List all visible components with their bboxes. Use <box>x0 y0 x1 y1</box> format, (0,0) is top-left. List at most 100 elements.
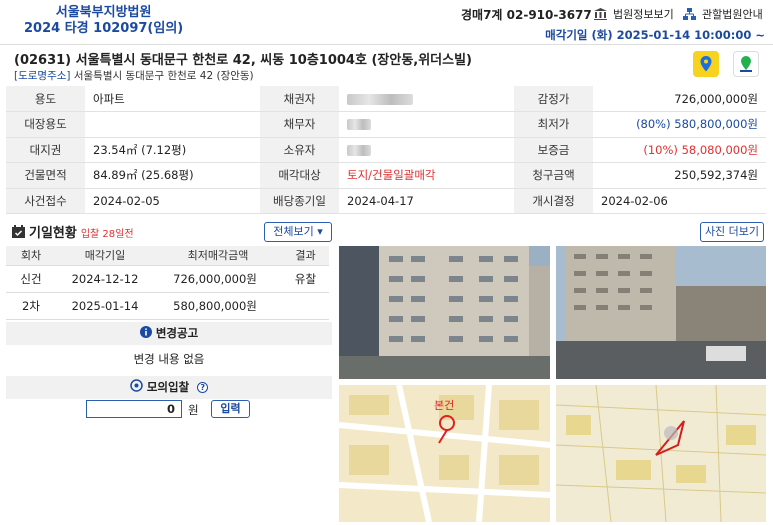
sale-target-value: 토지/건물일괄매각 <box>339 162 514 189</box>
jurisdiction-link[interactable]: 관할법원안내 <box>683 6 763 22</box>
table-row: 2차 2025-01-14 580,800,000원 <box>6 292 329 320</box>
apartment-photo <box>339 246 550 379</box>
notice-header: 변경공고 <box>6 322 332 345</box>
price-cell: 726,000,000원 <box>154 265 282 293</box>
label-claim: 청구금액 <box>514 162 593 189</box>
divider <box>0 44 773 45</box>
kakao-map-button[interactable] <box>693 51 719 77</box>
more-photos-button[interactable]: 사진 더보기 <box>700 222 764 242</box>
building-photo-2[interactable] <box>556 246 766 379</box>
label-dividend-deadline: 배당종기일 <box>260 188 339 214</box>
cadastral-map-image <box>556 385 766 522</box>
result-cell: 유찰 <box>282 265 329 293</box>
round-cell: 2차 <box>6 292 56 320</box>
building-photo-1[interactable] <box>339 246 550 379</box>
result-cell <box>282 292 329 320</box>
redacted-name <box>347 93 413 105</box>
road-address: [도로명주소] 서울특별시 동대문구 한천로 42 (장안동) <box>14 68 254 83</box>
table-row: 대지권 23.54㎡ (7.12평) 소유자 보증금 (10%) 58,080,… <box>6 137 766 163</box>
price-cell: 580,800,000원 <box>154 292 282 320</box>
label-deposit: 보증금 <box>514 137 593 163</box>
label-land-right: 대지권 <box>6 137 85 163</box>
label-start-decision: 개시결정 <box>514 188 593 214</box>
label-usage: 용도 <box>6 86 85 112</box>
court-phone: 경매7계 02-910-3677 <box>461 8 592 22</box>
court-info-label: 법원정보보기 <box>613 8 674 21</box>
col-round: 회차 <box>6 246 56 266</box>
notice-content: 변경 내용 없음 <box>133 352 205 366</box>
table-row: 사건접수 2024-02-05 배당종기일 2024-04-17 개시결정 20… <box>6 188 766 214</box>
label-min-price: 최저가 <box>514 111 593 138</box>
label-debtor: 채무자 <box>260 111 339 138</box>
bid-amount-input[interactable]: 0 <box>86 400 182 418</box>
info-icon <box>139 326 152 338</box>
history-table: 회차 매각기일 최저매각금액 결과 신건 2024-12-12 726,000,… <box>6 246 329 320</box>
help-icon[interactable]: ? <box>197 382 209 393</box>
target-icon <box>130 379 143 392</box>
case-number[interactable]: 2024 타경 102097(임의) <box>24 21 183 37</box>
col-date: 매각기일 <box>56 246 154 266</box>
notice-title: 변경공고 <box>155 326 199 340</box>
court-info-link[interactable]: 법원정보보기 <box>594 6 674 22</box>
start-decision-value: 2024-02-06 <box>593 188 766 214</box>
court-building-icon <box>594 8 607 20</box>
property-address: (02631) 서울특별시 동대문구 한천로 42, 씨동 10층1004호 (… <box>14 53 472 68</box>
usage-value: 아파트 <box>85 86 260 112</box>
view-all-button[interactable]: 전체보기 ▾ <box>264 222 332 242</box>
redacted-name <box>347 144 371 156</box>
court-name[interactable]: 서울북부지방법원 <box>24 5 183 21</box>
label-creditor: 채권자 <box>260 86 339 112</box>
bid-submit-button[interactable]: 입력 <box>211 400 250 418</box>
table-header: 회차 매각기일 최저매각금액 결과 <box>6 246 329 266</box>
location-map-1[interactable]: 본건 <box>339 385 550 522</box>
history-title: 기일현황 <box>29 226 77 241</box>
naver-map-icon <box>740 56 752 72</box>
col-result: 결과 <box>282 246 329 266</box>
date-cell: 2024-12-12 <box>56 265 154 293</box>
mock-bid-header: 모의입찰 ? <box>6 376 332 399</box>
days-left: 입찰 28일전 <box>80 229 134 240</box>
redacted-name <box>347 119 371 131</box>
appraisal-value: 726,000,000원 <box>593 86 766 112</box>
table-row: 대장용도 채무자 최저가 (80%) 580,800,000원 <box>6 111 766 138</box>
deposit-value: (10%) 58,080,000원 <box>593 137 766 163</box>
court-title[interactable]: 서울북부지방법원 2024 타경 102097(임의) <box>24 5 183 37</box>
subject-marker-label: 본건 <box>434 399 454 412</box>
dividend-deadline-value: 2024-04-17 <box>339 188 514 214</box>
min-price-value: (80%) 580,800,000원 <box>593 111 766 138</box>
street-photo <box>556 246 766 379</box>
claim-value: 250,592,374원 <box>593 162 766 189</box>
header: 서울북부지방법원 2024 타경 102097(임의) 경매7계 02-910-… <box>0 0 773 44</box>
road-address-tag: [도로명주소] <box>14 70 71 82</box>
map-pin-icon <box>700 56 712 72</box>
debtor-value <box>339 111 514 138</box>
date-cell: 2025-01-14 <box>56 292 154 320</box>
label-received: 사건접수 <box>6 188 85 214</box>
org-chart-icon <box>683 8 696 20</box>
history-section-title: 기일현황 입찰 28일전 <box>12 222 134 241</box>
creditor-value <box>339 86 514 112</box>
table-row: 신건 2024-12-12 726,000,000원 유찰 <box>6 265 329 293</box>
label-appraisal: 감정가 <box>514 86 593 112</box>
calendar-icon <box>12 225 25 238</box>
table-row: 용도 아파트 채권자 감정가 726,000,000원 <box>6 86 766 112</box>
label-ledger-usage: 대장용도 <box>6 111 85 138</box>
mock-bid-title: 모의입찰 <box>146 380 190 394</box>
col-price: 최저매각금액 <box>154 246 282 266</box>
naver-map-button[interactable] <box>733 51 759 77</box>
table-row: 건물면적 84.89㎡ (25.68평) 매각대상 토지/건물일괄매각 청구금액… <box>6 162 766 189</box>
ledger-usage-value <box>85 111 260 138</box>
jurisdiction-label: 관할법원안내 <box>702 8 763 21</box>
sale-date: 매각기일 (화) 2025-01-14 10:00:00 ~ <box>545 28 765 42</box>
received-value: 2024-02-05 <box>85 188 260 214</box>
location-map-2[interactable] <box>556 385 766 522</box>
round-cell: 신건 <box>6 265 56 293</box>
road-address-text: 서울특별시 동대문구 한천로 42 (장안동) <box>73 70 254 82</box>
case-info-table: 용도 아파트 채권자 감정가 726,000,000원 대장용도 채무자 최저가… <box>6 86 766 214</box>
building-area-value: 84.89㎡ (25.68평) <box>85 162 260 189</box>
label-building-area: 건물면적 <box>6 162 85 189</box>
owner-value <box>339 137 514 163</box>
bid-unit: 원 <box>188 403 199 417</box>
label-sale-target: 매각대상 <box>260 162 339 189</box>
land-right-value: 23.54㎡ (7.12평) <box>85 137 260 163</box>
